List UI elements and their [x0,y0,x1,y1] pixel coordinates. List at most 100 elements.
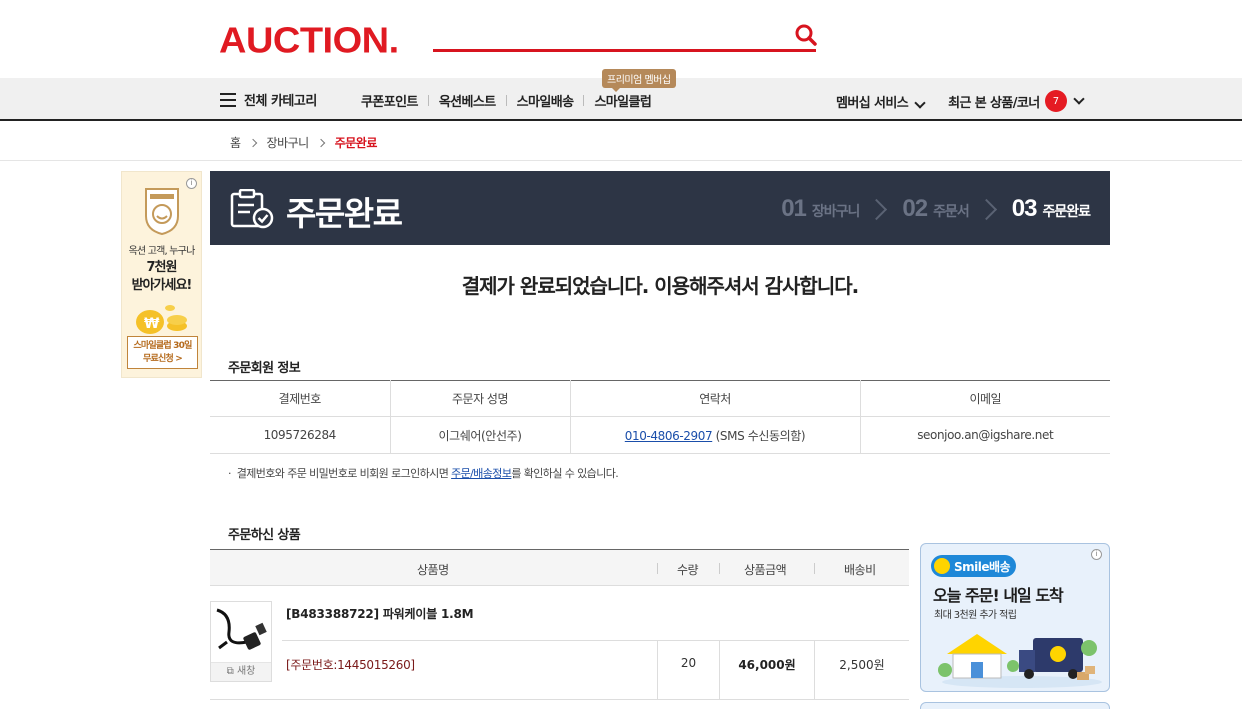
divider [814,563,815,574]
divider [210,699,909,700]
header-orderer-name: 주문자 성명 [389,380,570,417]
power-cable-image [216,608,267,650]
breadcrumb-cart[interactable]: 장바구니 [267,134,310,151]
svg-text:₩: ₩ [144,316,160,332]
divider [505,95,507,106]
gnb-item-smile-delivery[interactable]: 스마일배송 [517,91,574,110]
divider [427,95,429,106]
chevron-down-icon [914,96,926,109]
orderer-name: 이그쉐어(안선주) [389,416,570,454]
secondary-ad-banner[interactable] [920,702,1110,709]
step-label: 주문서 [933,204,970,220]
recent-items-menu[interactable]: 최근 본 상품/코너 7 [948,90,1085,112]
order-number: [주문번호:1445015260] [286,658,415,672]
smile-club-free-trial-button[interactable]: 스마일클럽 30일 무료신청 > [127,336,198,369]
header-qty: 수량 [677,563,699,577]
header-email: 이메일 [859,380,1110,417]
step-order-complete: 03 주문완료 [1011,195,1091,223]
order-complete-title-bar: 주문완료 01 장바구니 02 주문서 03 주문완료 [210,171,1110,245]
step-number: 03 [1011,195,1038,222]
clipboard-check-icon [230,189,274,229]
gnb-right: 멤버십 서비스 최근 본 상품/코너 7 [836,90,1085,112]
all-categories-button[interactable]: 전체 카테고리 [220,90,317,109]
recent-items-label: 최근 본 상품/코너 [948,95,1040,111]
step-order-form: 02 주문서 [902,195,970,223]
products-section-title: 주문하신 상품 [228,528,301,543]
smile-delivery-ad-banner[interactable]: i Smile배송 오늘 주문! 내일 도착 최대 3천원 추가 적립 [920,543,1110,692]
open-new-window-button[interactable]: ⧉ 새창 [211,662,271,681]
cta-line-2: 무료신청 > [143,354,183,364]
breadcrumb-current: 주문완료 [334,136,378,150]
new-window-label: 새창 [236,666,256,677]
email-value: seonjoo.an@igshare.net [859,416,1110,454]
gnb-menu: 쿠폰포인트 옥션베스트 스마일배송 스마일클럽 [361,91,652,110]
header-contact: 연락처 [569,380,860,417]
all-categories-label: 전체 카테고리 [244,94,317,109]
step-label: 장바구니 [811,204,861,220]
header-shipping: 배송비 [844,563,876,577]
chevron-right-icon [866,198,888,220]
smile-delivery-badge: Smile배송 [931,555,1017,577]
product-shipping: 2,500원 [839,658,885,672]
ad-headline: 7천원 받아가세요! [122,259,201,295]
info-icon[interactable]: i [1091,549,1102,560]
gnb-item-auction-best[interactable]: 옥션베스트 [439,91,496,110]
phone-link[interactable]: 010-4806-2907 [625,429,713,443]
payment-complete-message: 결제가 완료되었습니다. 이용해주셔서 감사합니다. [461,274,859,298]
product-qty: 20 [680,656,697,670]
membership-service-menu[interactable]: 멤버십 서비스 [836,92,926,111]
divider [657,641,658,699]
page-title: 주문완료 [286,194,403,233]
coins-icon: ₩ [136,305,187,334]
breadcrumb-home[interactable]: 홈 [230,134,241,151]
divider [657,563,658,574]
header-price: 상품금액 [744,563,787,577]
divider [583,95,585,106]
contact-cell: 010-4806-2907 (SMS 수신동의함) [569,416,860,454]
membership-service-label: 멤버십 서비스 [836,95,909,111]
payment-number: 1095726284 [210,416,390,454]
recent-count-badge: 7 [1044,90,1067,112]
chevron-down-icon [1072,93,1085,105]
product-name-link[interactable]: [B483388722] 파워케이블 1.8M [286,605,474,622]
product-price: 46,000원 [738,658,796,672]
chevron-right-icon [316,138,325,147]
hamburger-icon [220,92,236,107]
guest-login-note: · 결제번호와 주문 비밀번호로 비회원 로그인하시면 주문/배송정보를 확인하… [228,465,619,481]
order-delivery-info-link[interactable]: 주문/배송정보 [451,467,512,480]
ad-line-1: 옥션 고객, 누구나 [128,246,196,257]
products-table-header: 상품명 수량 상품금액 배송비 [210,549,909,586]
breadcrumb: 홈 장바구니 주문완료 [230,134,377,151]
header-product-name: 상품명 [417,563,449,577]
header-payment-no: 결제번호 [210,380,390,417]
ad-headline: 오늘 주문! 내일 도착 [933,586,1064,605]
note-suffix: 를 확인하실 수 있습니다. [511,467,619,480]
new-window-icon: ⧉ [226,666,234,677]
search-icon[interactable] [793,23,819,47]
smile-icon [934,558,950,574]
gnb-item-smile-club[interactable]: 스마일클럽 [594,91,651,110]
smile-club-ad-banner[interactable]: i 옥션 고객, 누구나 7천원 받아가세요! ₩ 스마일클럽 30일 무료신청… [121,171,202,378]
note-prefix: 결제번호와 주문 비밀번호로 비회원 로그인하시면 [236,467,452,480]
step-cart: 01 장바구니 [781,195,861,223]
order-steps: 01 장바구니 02 주문서 03 주문완료 [781,195,1091,223]
bullet: · [228,467,237,480]
step-number: 02 [902,195,928,222]
step-label: 주문완료 [1042,204,1091,220]
ad-subtext: 최대 3천원 추가 적립 [934,610,1017,621]
ad-line-3: 받아가세요! [131,278,193,293]
divider [719,563,720,574]
divider [0,160,1242,161]
step-number: 01 [781,195,807,222]
info-icon[interactable]: i [186,178,197,189]
search-input[interactable] [433,49,816,52]
chevron-right-icon [975,198,997,220]
delivery-illustration [938,634,1102,688]
premium-membership-tag: 프리미엄 멤버십 [602,69,676,92]
smile-club-shield-icon [145,188,179,236]
auction-logo[interactable]: AUCTION. [219,21,399,62]
product-thumbnail[interactable]: ⧉ 새창 [210,601,272,682]
table-header-row: 결제번호 주문자 성명 연락처 이메일 [210,380,1110,417]
gnb-item-coupon-point[interactable]: 쿠폰포인트 [361,91,418,110]
member-info-table: 결제번호 주문자 성명 연락처 이메일 1095726284 이그쉐어(안선주)… [210,380,1110,454]
